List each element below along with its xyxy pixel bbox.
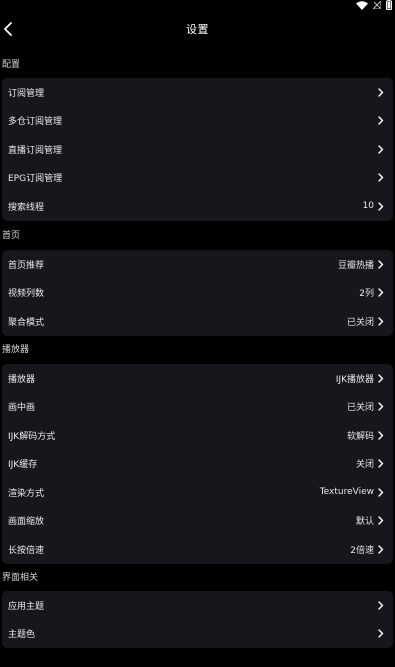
wifi-icon [356,0,368,10]
chevron-right-icon [378,260,384,269]
chevron-right-icon [378,431,384,440]
row-label: IJK解码方式 [8,431,56,442]
settings-row-picture-in-picture[interactable]: 画中画 已关闭 [2,393,393,422]
row-right: 默认 [356,514,384,527]
settings-row-video-columns[interactable]: 视频列数 2列 [2,279,393,308]
status-icons [356,0,392,10]
row-value: 默认 [355,517,374,528]
row-label: IJK缓存 [8,460,38,471]
chevron-right-icon [378,173,384,182]
row-label: 画面缩放 [8,517,45,528]
chevron-right-icon [378,374,384,383]
row-value: IJK播放器 [335,374,374,385]
row-right [374,173,384,182]
row-right: 关闭 [356,457,384,470]
chevron-right-icon [378,145,384,154]
config-group: 订阅管理 多仓订阅管理 直播订阅管理 EPG订阅管理 搜索线程 10 [2,78,393,221]
chevron-right-icon [378,629,384,638]
settings-row-app-theme[interactable]: 应用主题 [2,591,393,620]
settings-row-picture-scale[interactable]: 画面缩放 默认 [2,507,393,536]
row-value: 已关闭 [346,317,374,328]
chevron-right-icon [378,88,384,97]
row-value: 软解码 [346,431,374,442]
interface-group: 应用主题 主题色 [2,591,393,648]
settings-row-multi-repo[interactable]: 多仓订阅管理 [2,107,393,136]
row-value: 已关闭 [346,403,374,414]
row-label: 视频列数 [8,289,45,300]
row-right [374,116,384,125]
row-right: TextureView [320,487,384,497]
settings-row-home-recommend[interactable]: 首页推荐 豆瓣热播 [2,250,393,279]
settings-row-ijk-decode[interactable]: IJK解码方式 软解码 [2,421,393,450]
chevron-right-icon [378,202,384,211]
status-bar [0,0,395,12]
settings-row-player[interactable]: 播放器 IJK播放器 [2,364,393,393]
row-label: 应用主题 [8,601,45,612]
row-right: 10 [363,201,384,211]
row-label: 首页推荐 [8,260,45,271]
signal-icon [373,1,381,9]
page-title: 设置 [186,23,209,36]
row-value: 关闭 [355,460,374,471]
row-right [374,601,384,610]
chevron-right-icon [378,459,384,468]
row-right: 豆瓣热播 [338,258,384,271]
battery-icon [386,0,392,10]
row-label: EPG订阅管理 [8,174,63,185]
section-title-home: 首页 [2,231,21,241]
row-label: 画中画 [8,403,36,414]
row-right: IJK播放器 [336,372,384,385]
settings-row-render-mode[interactable]: 渲染方式 TextureView [2,478,393,507]
row-value: 2列 [359,289,374,300]
settings-row-live-subscription[interactable]: 直播订阅管理 [2,135,393,164]
row-label: 播放器 [8,374,36,385]
row-value: 2倍速 [350,545,374,556]
row-right: 2倍速 [350,543,384,556]
row-label: 多仓订阅管理 [8,117,63,128]
row-right: 已关闭 [347,400,384,413]
chevron-right-icon [378,601,384,610]
chevron-right-icon [378,288,384,297]
row-label: 渲染方式 [8,488,45,499]
chevron-right-icon [378,545,384,554]
row-value: 10 [362,201,374,212]
settings-row-long-press-speed[interactable]: 长按倍速 2倍速 [2,535,393,564]
settings-row-search-threads[interactable]: 搜索线程 10 [2,192,393,221]
row-value: 豆瓣热播 [337,260,374,271]
settings-row-aggregate-mode[interactable]: 聚合模式 已关闭 [2,307,393,336]
row-label: 搜索线程 [8,202,45,213]
row-right [374,145,384,154]
settings-row-ijk-cache[interactable]: IJK缓存 关闭 [2,450,393,479]
row-label: 订阅管理 [8,88,45,99]
row-right: 已关闭 [347,315,384,328]
row-right: 软解码 [347,429,384,442]
chevron-right-icon [378,116,384,125]
settings-row-epg-subscription[interactable]: EPG订阅管理 [2,164,393,193]
row-label: 长按倍速 [8,545,45,556]
row-value: TextureView [319,487,374,498]
row-right [374,629,384,638]
settings-row-theme-color[interactable]: 主题色 [2,620,393,649]
row-right [374,88,384,97]
section-title-interface: 界面相关 [2,573,39,583]
section-title-config: 配置 [2,60,21,70]
chevron-right-icon [378,317,384,326]
header: 设置 [0,12,395,46]
chevron-right-icon [378,402,384,411]
section-title-player: 播放器 [2,345,30,355]
chevron-right-icon [378,516,384,525]
row-label: 聚合模式 [8,317,45,328]
home-group: 首页推荐 豆瓣热播 视频列数 2列 聚合模式 已关闭 [2,250,393,336]
row-label: 主题色 [8,630,36,641]
settings-row-subscription[interactable]: 订阅管理 [2,78,393,107]
chevron-right-icon [378,488,384,497]
player-group: 播放器 IJK播放器 画中画 已关闭 IJK解码方式 软解码 IJK缓存 关闭 … [2,364,393,564]
row-right: 2列 [359,286,384,299]
row-label: 直播订阅管理 [8,145,63,156]
